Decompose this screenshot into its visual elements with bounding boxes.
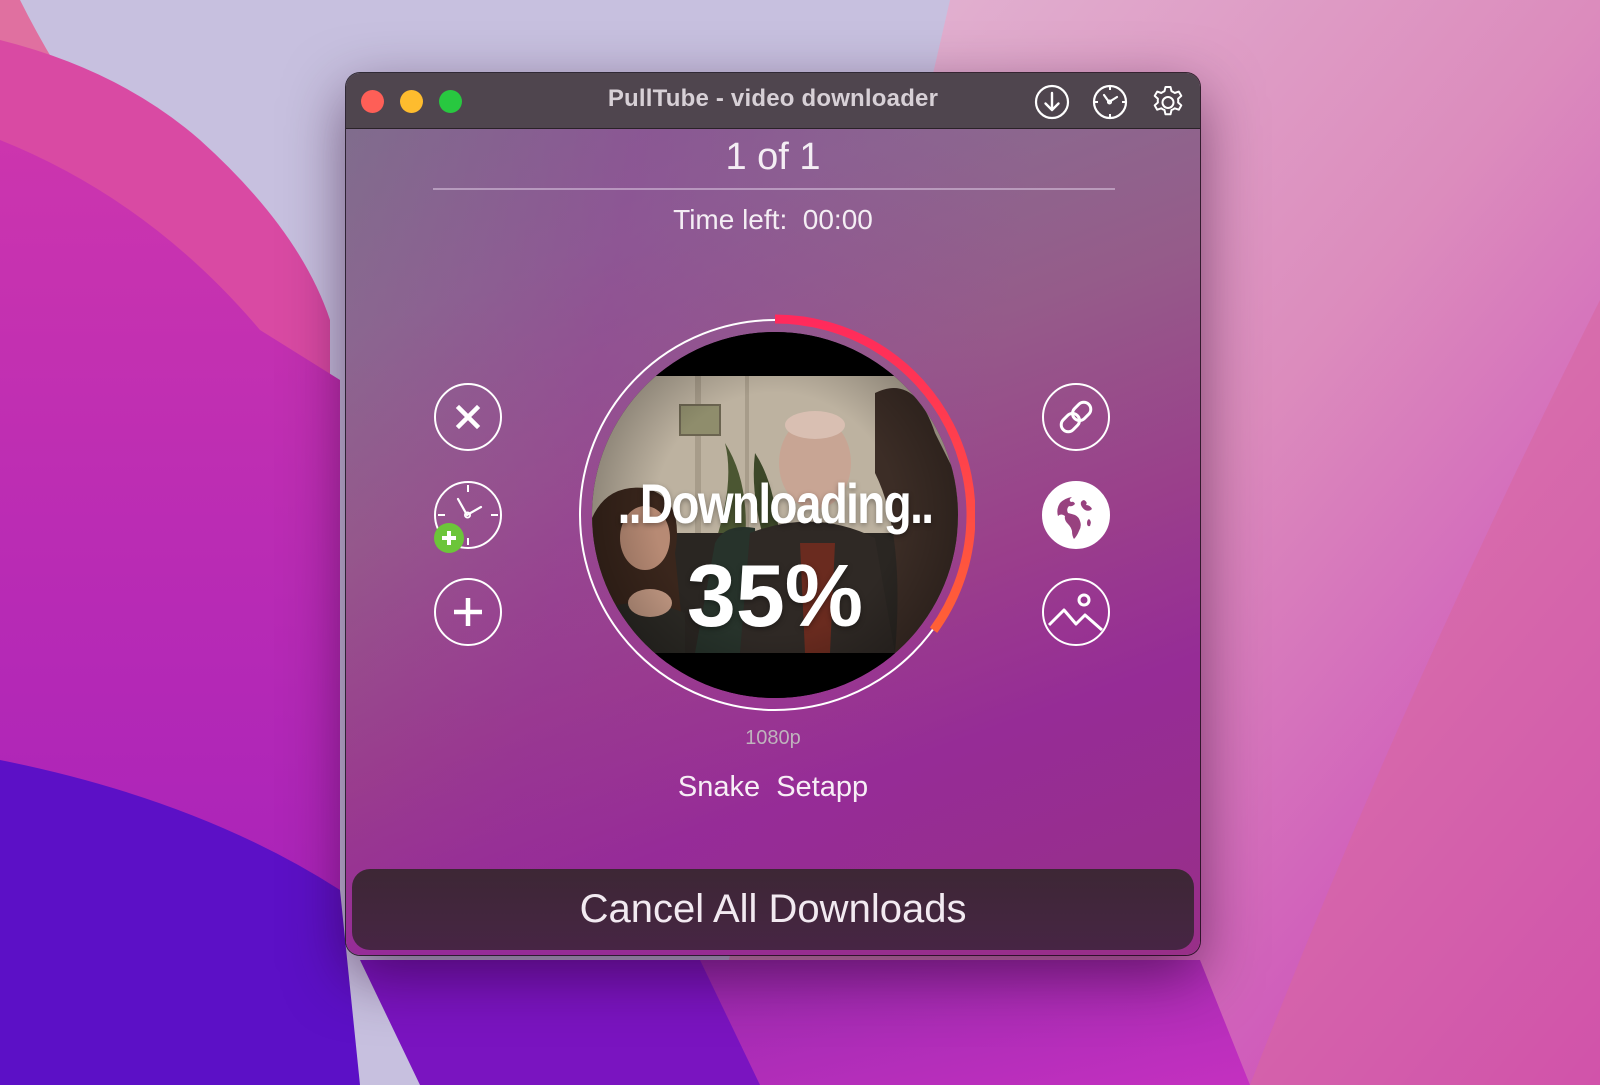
add-download-button[interactable] [434, 578, 502, 646]
image-icon [1047, 593, 1103, 632]
plus-icon [454, 598, 482, 626]
time-left-value: 00:00 [802, 204, 873, 235]
video-title: Snake Setapp [346, 771, 1200, 804]
window-title: PullTube - video downloader [607, 85, 939, 112]
title-bar[interactable]: PullTube - video downloader [346, 73, 1200, 129]
copy-link-button[interactable] [1042, 383, 1110, 451]
close-icon [455, 404, 481, 430]
cancel-download-button[interactable] [434, 383, 502, 451]
time-left: Time left: 00:00 [346, 204, 1200, 236]
download-progress-dial: ..Downloading.. 35% [575, 313, 975, 713]
download-icon [1034, 84, 1070, 120]
app-window: PullTube - video downloader 1 of 1 Time [346, 73, 1200, 955]
header-divider [433, 188, 1115, 190]
download-button[interactable] [1033, 83, 1071, 121]
add-badge-icon [434, 523, 464, 553]
queue-counter: 1 of 1 [725, 136, 821, 178]
history-clock-icon [1092, 84, 1128, 120]
show-thumbnail-button[interactable] [1042, 578, 1110, 646]
video-title-part2: Setapp [776, 771, 869, 803]
settings-button[interactable] [1149, 83, 1187, 121]
download-status-text: ..Downloading.. [617, 472, 934, 535]
time-left-label: Time left: [673, 204, 788, 235]
globe-icon [1057, 497, 1092, 539]
video-quality: 1080p [745, 727, 801, 749]
link-icon [1059, 400, 1093, 434]
video-title-part1: Snake [677, 771, 761, 803]
cancel-all-downloads-button[interactable]: Cancel All Downloads [352, 869, 1194, 950]
download-percent: 35% [686, 546, 864, 645]
open-in-browser-button[interactable] [1042, 481, 1110, 549]
history-button[interactable] [1091, 83, 1129, 121]
schedule-download-button[interactable] [434, 481, 502, 553]
settings-gear-icon [1153, 86, 1183, 116]
